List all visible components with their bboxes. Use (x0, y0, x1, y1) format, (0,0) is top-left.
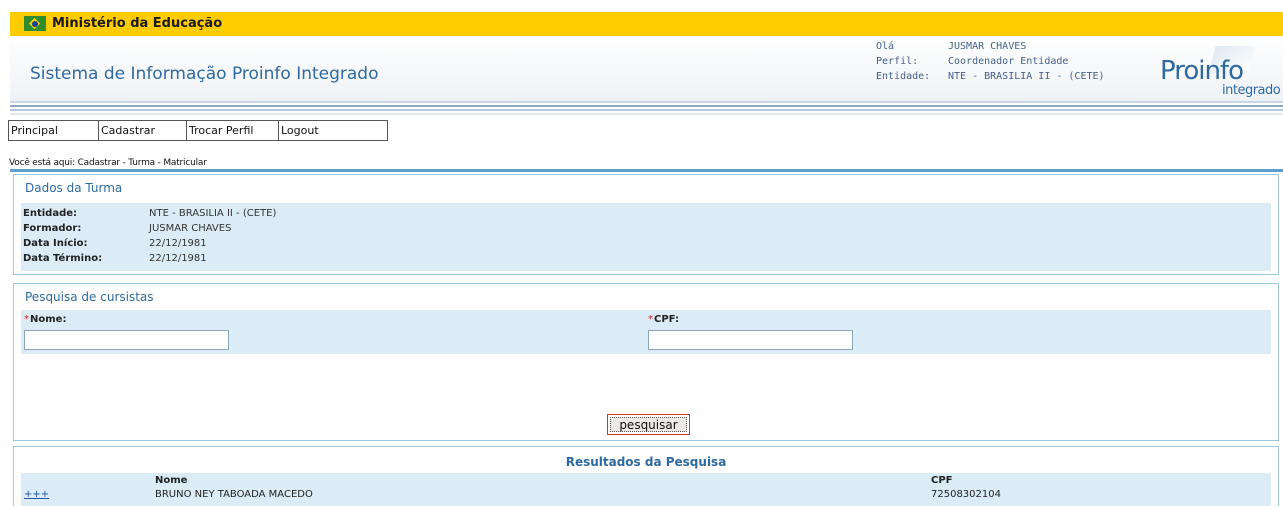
name-field-label: *Nome: (24, 314, 66, 325)
user-entity: NTE - BRASILIA II - (CETE) (948, 71, 1105, 82)
profile-label: Perfil: (876, 56, 919, 67)
turma-row: Formador: JUSMAR CHAVES (21, 221, 1271, 236)
user-name: JUSMAR CHAVES (948, 41, 1027, 52)
cursista-cpf: 72508302104 (931, 489, 1001, 500)
government-bar: Ministério da Educação (10, 12, 1283, 36)
cpf-label-text: CPF: (654, 314, 679, 325)
turma-details: Entidade: NTE - BRASILIA II - (CETE) For… (21, 203, 1271, 271)
greeting-label: Olá (876, 41, 895, 52)
cpf-input[interactable] (648, 330, 853, 350)
results-table: Nome CPF +++ BRUNO NEY TABOADA MACEDO 72… (21, 473, 1271, 506)
search-panel-title: Pesquisa de cursistas (25, 290, 154, 304)
turma-panel: Dados da Turma Entidade: NTE - BRASILIA … (13, 174, 1279, 275)
menu-item-trocar-perfil[interactable]: Trocar Perfil (187, 121, 279, 140)
results-title: Resultados da Pesquisa (565, 455, 727, 469)
required-mark: * (24, 314, 29, 325)
logo-main-text: Proinfo (1160, 56, 1244, 86)
main-menu: Principal Cadastrar Trocar Perfil Logout (8, 120, 388, 141)
menu-item-principal[interactable]: Principal (9, 121, 99, 140)
cursista-name: BRUNO NEY TABOADA MACEDO (155, 489, 313, 500)
proinfo-logo: Proinfo integrado (1150, 46, 1283, 100)
search-panel: Pesquisa de cursistas *Nome: *CPF: pesqu… (13, 283, 1279, 441)
turma-panel-title: Dados da Turma (25, 181, 123, 195)
menu-item-cadastrar[interactable]: Cadastrar (99, 121, 187, 140)
ministry-title: Ministério da Educação (52, 16, 223, 31)
turma-value: 22/12/1981 (149, 253, 207, 264)
user-info: Olá JUSMAR CHAVES Perfil: Coordenador En… (876, 39, 1105, 84)
required-mark: * (648, 314, 653, 325)
table-row: +++ BRUNO NEY TABOADA MACEDO 72508302104 (21, 489, 1271, 503)
section-divider (10, 169, 1283, 172)
name-label-text: Nome: (30, 314, 67, 325)
search-button[interactable]: pesquisar (607, 414, 690, 435)
entity-label: Entidade: (876, 71, 931, 82)
column-header-cpf: CPF (931, 475, 953, 486)
turma-value: JUSMAR CHAVES (149, 223, 232, 234)
logo-sub-text: integrado (1222, 83, 1281, 98)
turma-row: Entidade: NTE - BRASILIA II - (CETE) (21, 206, 1271, 221)
breadcrumb: Você está aqui: Cadastrar - Turma - Matr… (9, 158, 207, 168)
turma-value: NTE - BRASILIA II - (CETE) (149, 208, 277, 219)
select-cursista-link[interactable]: +++ (24, 489, 49, 500)
cpf-field-label: *CPF: (648, 314, 679, 325)
system-title: Sistema de Informação Proinfo Integrado (30, 64, 379, 84)
menu-item-logout[interactable]: Logout (279, 121, 387, 140)
brazil-flag-icon (24, 16, 46, 31)
turma-value: 22/12/1981 (149, 238, 207, 249)
search-fields: *Nome: *CPF: (21, 310, 1271, 354)
turma-label: Data Término: (23, 253, 103, 264)
column-header-name: Nome (155, 475, 188, 486)
user-profile: Coordenador Entidade (948, 56, 1069, 67)
turma-row: Data Início: 22/12/1981 (21, 236, 1271, 251)
search-button-label: pesquisar (610, 417, 687, 432)
turma-label: Data Início: (23, 238, 88, 249)
name-input[interactable] (24, 330, 229, 350)
turma-row: Data Término: 22/12/1981 (21, 251, 1271, 266)
results-header-row: Nome CPF (21, 475, 1271, 489)
results-panel: Resultados da Pesquisa Nome CPF +++ BRUN… (13, 446, 1279, 506)
turma-label: Entidade: (23, 208, 78, 219)
site-header: Sistema de Informação Proinfo Integrado … (10, 36, 1283, 102)
turma-label: Formador: (23, 223, 82, 234)
header-stripes (10, 101, 1283, 117)
